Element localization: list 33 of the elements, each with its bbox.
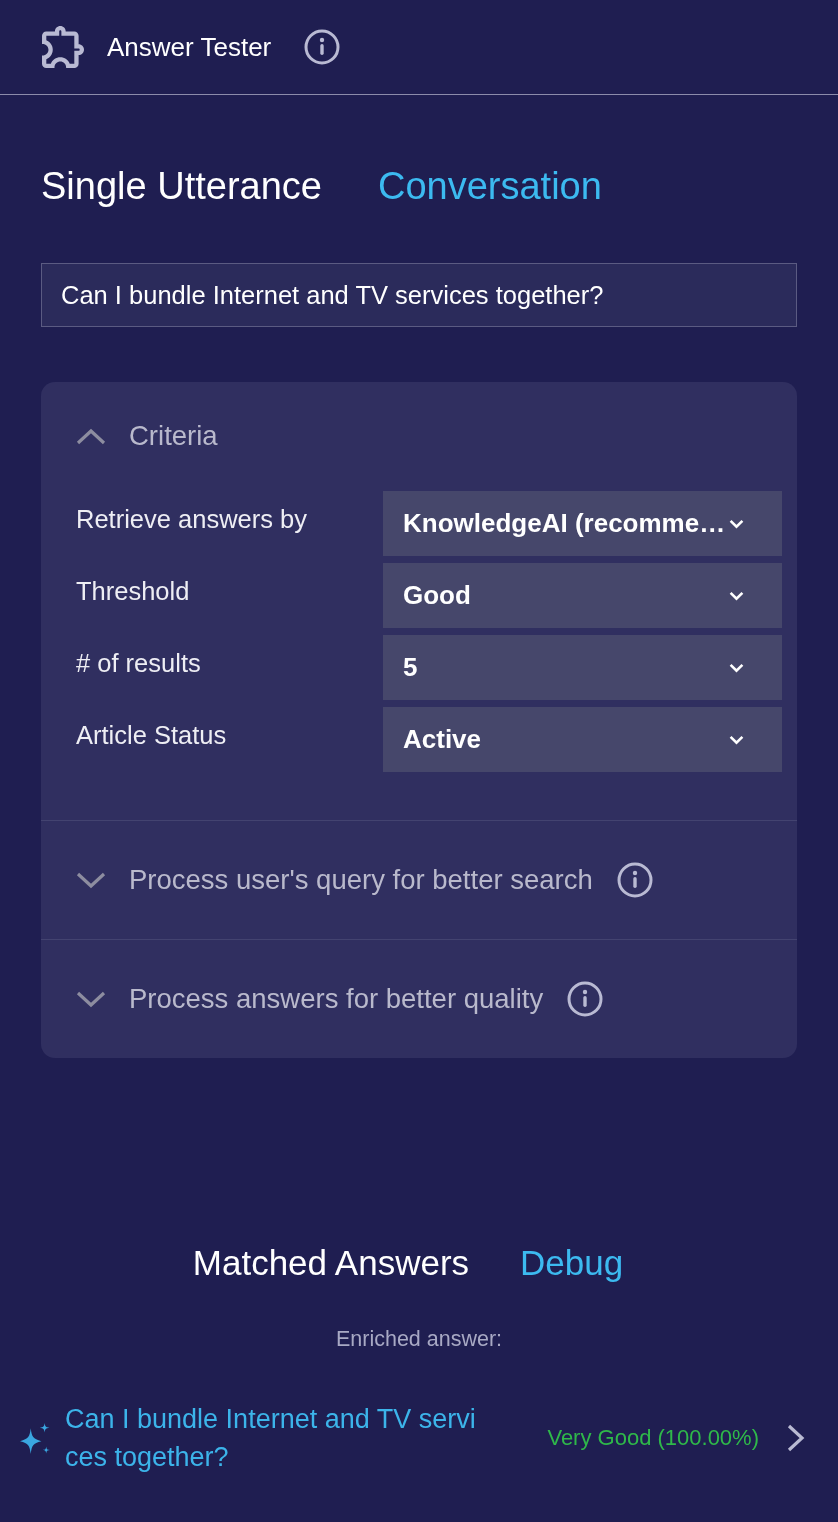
mode-tab[interactable]: Single Utterance (41, 163, 322, 209)
info-icon[interactable] (304, 29, 341, 65)
puzzle-icon (42, 26, 84, 68)
info-icon[interactable] (616, 862, 653, 898)
chevron-down-icon (729, 734, 745, 745)
info-icon[interactable] (567, 981, 604, 1017)
chevron-right-icon[interactable] (786, 1423, 806, 1453)
result-tab[interactable]: Debug (520, 1241, 624, 1285)
field-label: Threshold (76, 577, 191, 606)
app-title: Answer Tester (107, 31, 272, 63)
chevron-down-icon (76, 871, 106, 889)
dropdown-field[interactable]: KnowledgeAI (recomme… (383, 491, 783, 556)
field-label: # of results (76, 649, 202, 678)
section-toggle[interactable]: Criteria (76, 416, 218, 456)
sparkle-icon (20, 1422, 50, 1454)
dropdown-field[interactable]: Good (383, 563, 783, 628)
field-label: Article Status (76, 721, 228, 750)
result-tab[interactable]: Matched Answers (192, 1241, 470, 1285)
chevron-down-icon (729, 662, 745, 673)
query-field[interactable]: Can I bundle Internet and TV services together? (41, 263, 797, 327)
chevron-down-icon (729, 518, 745, 529)
chevron-up-icon (76, 427, 106, 445)
chevron-down-icon (76, 990, 106, 1008)
dropdown-field[interactable]: Active (383, 707, 783, 772)
chevron-down-icon (729, 590, 745, 601)
field-label: Retrieve answers by (76, 505, 308, 534)
score-text: Very Good (100.00%) (547, 1425, 759, 1451)
mode-tab[interactable]: Conversation (377, 163, 602, 209)
section-toggle[interactable]: Process answers for better quality (76, 979, 544, 1019)
enriched-label: Enriched answer: (335, 1327, 503, 1352)
section-toggle[interactable]: Process user's query for better search (76, 860, 593, 900)
dropdown-field[interactable]: 5 (383, 635, 783, 700)
answer-link[interactable]: Can I bundle Internet and TV services together? (65, 1400, 483, 1476)
